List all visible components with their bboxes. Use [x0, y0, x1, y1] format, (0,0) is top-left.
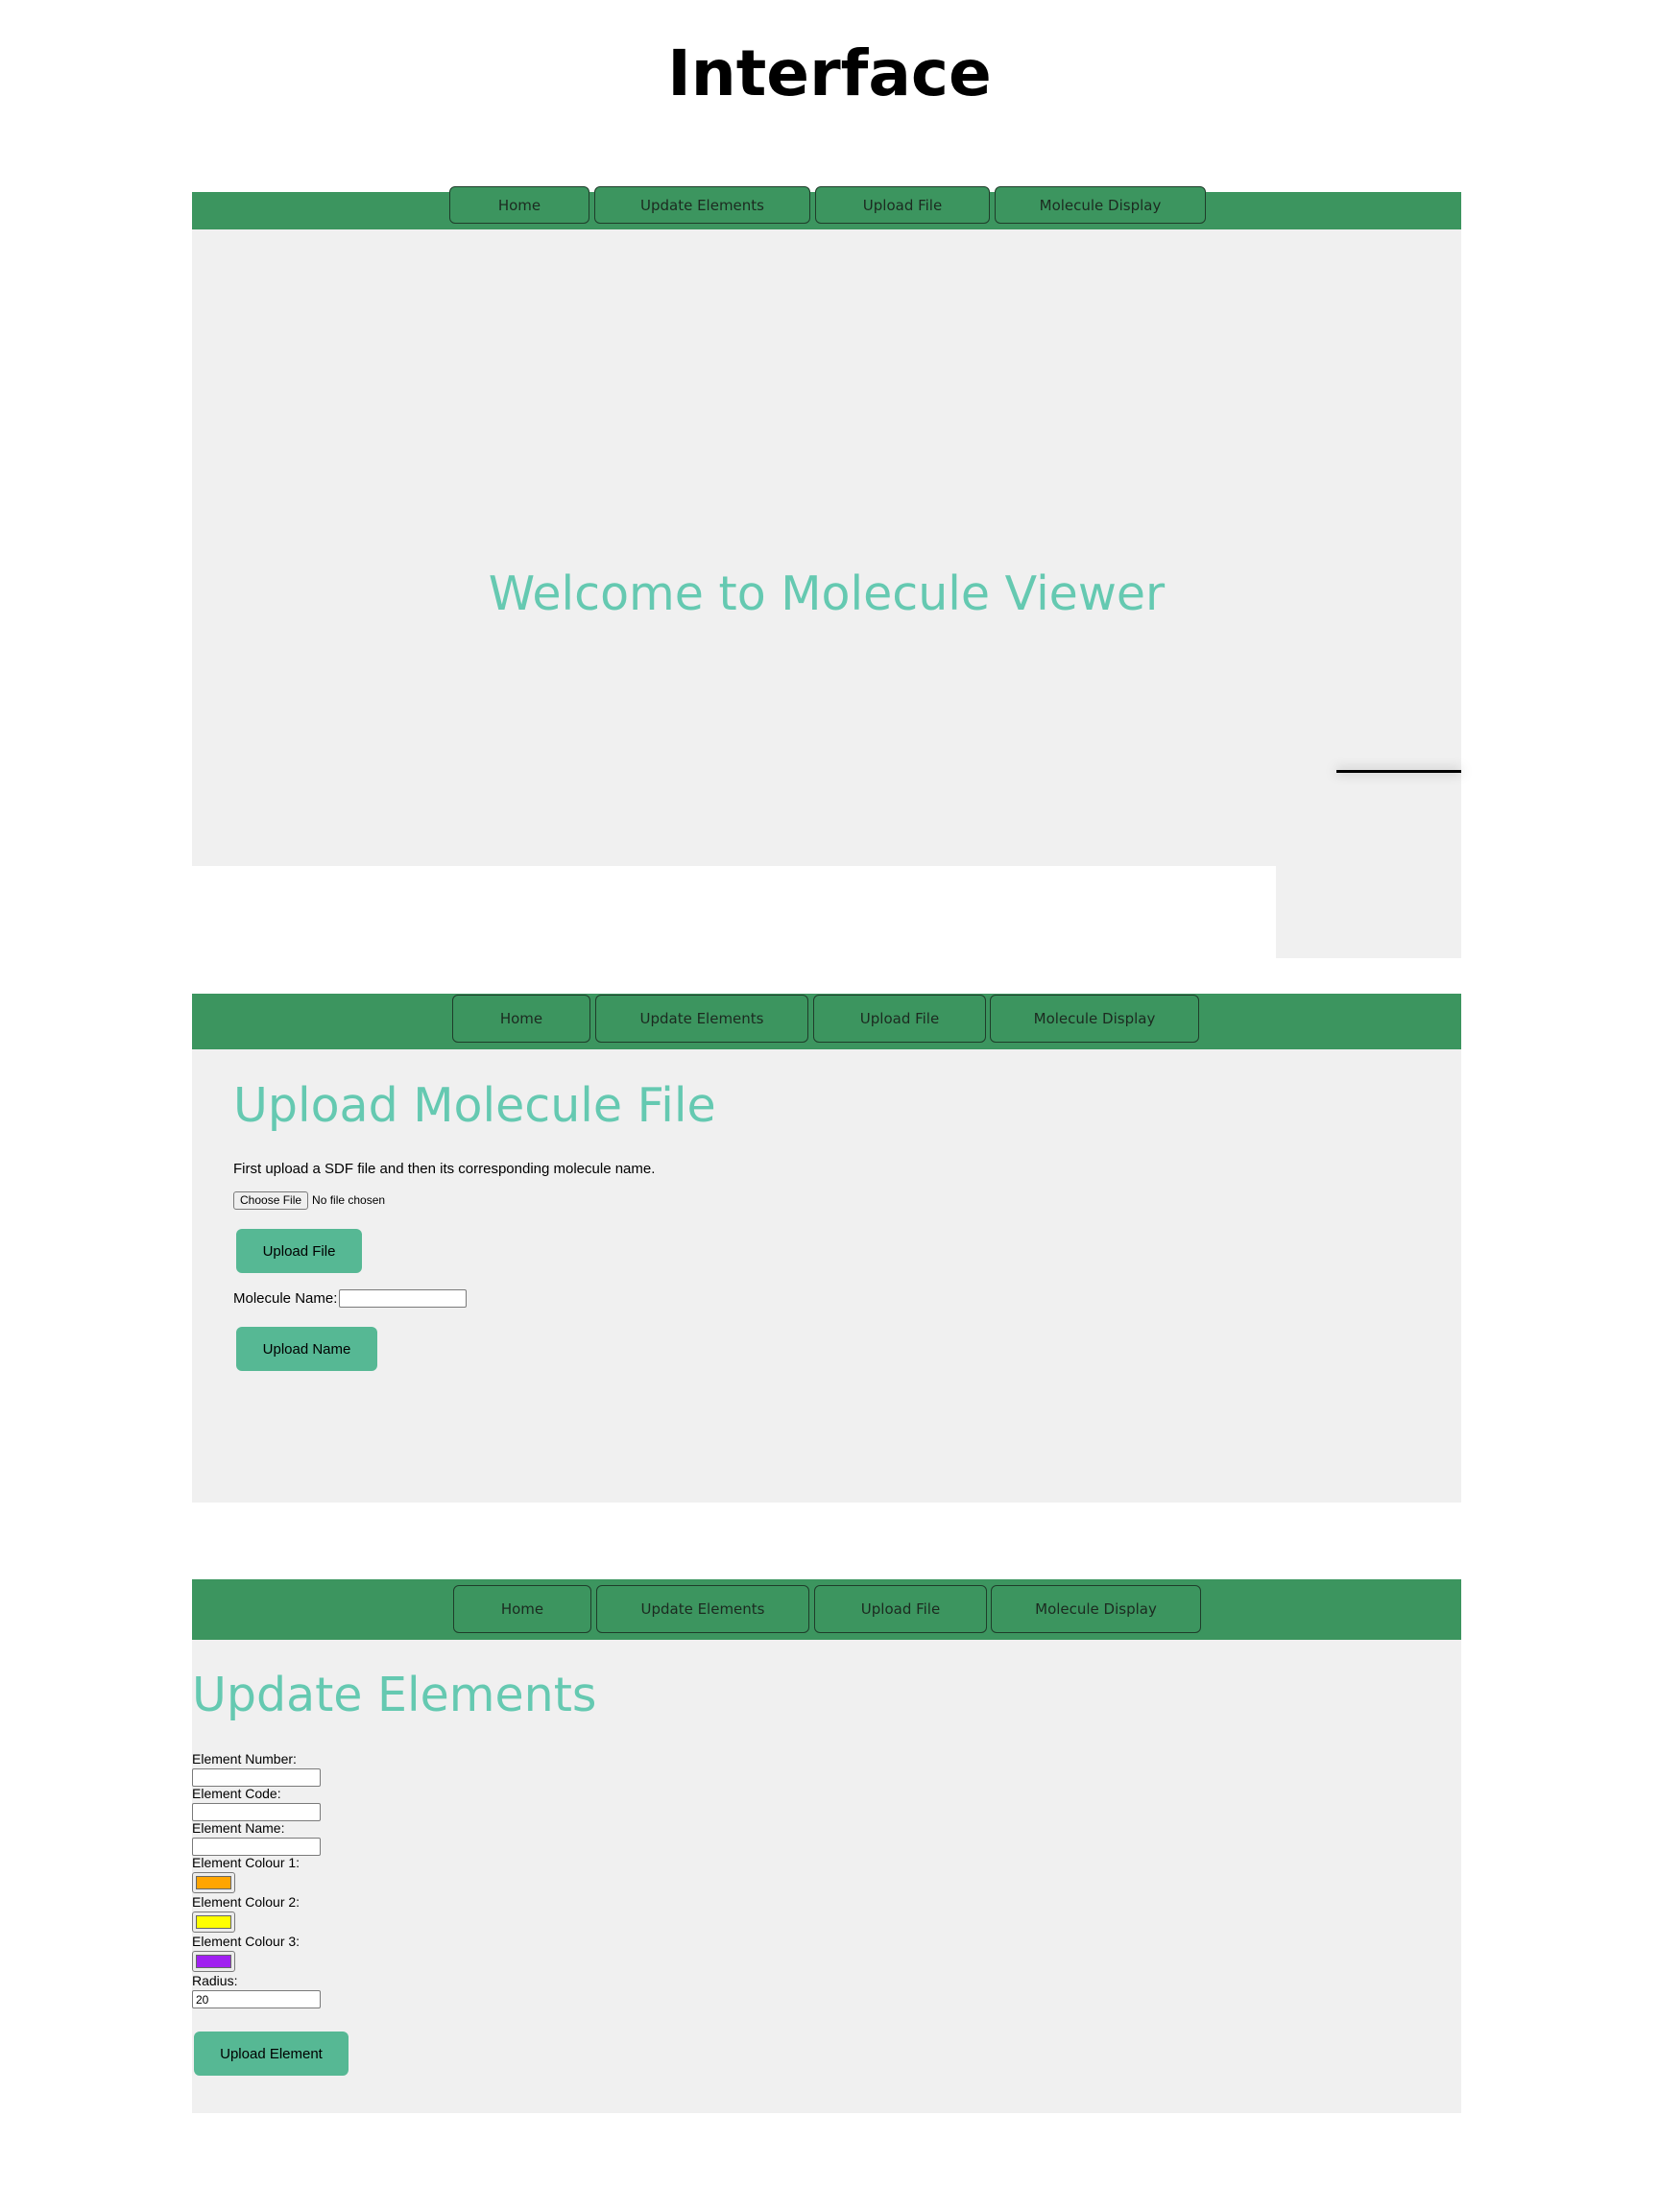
colour3-picker[interactable] [192, 1951, 235, 1972]
nav-update-elements-button[interactable]: Update Elements [596, 1585, 809, 1633]
home-screenshot: Home Update Elements Upload File Molecul… [192, 186, 1461, 866]
overlay-fragment-lower [1276, 866, 1461, 958]
element-number-input[interactable] [192, 1768, 321, 1787]
colour1-label: Element Colour 1: [192, 1855, 301, 1870]
nav-molecule-display-button[interactable]: Molecule Display [990, 995, 1199, 1043]
colour3-swatch [196, 1955, 231, 1968]
upload-file-button[interactable]: Upload File [236, 1229, 362, 1273]
colour1-swatch [196, 1876, 231, 1889]
colour3-label: Element Colour 3: [192, 1934, 301, 1949]
nav-upload-file-button[interactable]: Upload File [814, 1585, 987, 1633]
nav-upload-file-button[interactable]: Upload File [813, 995, 986, 1043]
nav-molecule-display-button[interactable]: Molecule Display [995, 186, 1206, 224]
nav-bar: Home Update Elements Upload File Molecul… [192, 994, 1461, 1049]
nav-upload-file-button[interactable]: Upload File [815, 186, 990, 224]
welcome-heading: Welcome to Molecule Viewer [488, 566, 1166, 621]
nav-molecule-display-button[interactable]: Molecule Display [991, 1585, 1201, 1633]
update-screenshot: Home Update Elements Upload File Molecul… [192, 1579, 1461, 2113]
upload-instructions: First upload a SDF file and then its cor… [233, 1161, 656, 1177]
nav-bar: Home Update Elements Upload File Molecul… [192, 1579, 1461, 1640]
colour2-swatch [196, 1915, 231, 1929]
element-name-input[interactable] [192, 1838, 321, 1856]
radius-label: Radius: [192, 1973, 238, 1988]
white-gap [192, 866, 1275, 962]
file-input[interactable]: Choose File No file chosen [233, 1190, 385, 1210]
colour2-picker[interactable] [192, 1911, 235, 1933]
colour2-label: Element Colour 2: [192, 1894, 301, 1910]
radius-input[interactable] [192, 1990, 321, 2008]
nav-update-elements-button[interactable]: Update Elements [595, 995, 808, 1043]
overlay-fragment [1276, 770, 1461, 864]
nav-home-button[interactable]: Home [449, 186, 589, 224]
element-name-label: Element Name: [192, 1820, 285, 1836]
choose-file-button[interactable]: Choose File [233, 1190, 309, 1210]
nav-bar: Home Update Elements Upload File Molecul… [192, 186, 1461, 229]
molecule-name-input[interactable] [339, 1289, 467, 1308]
upload-element-button[interactable]: Upload Element [194, 2032, 349, 2076]
overlay-shadow-bar [1336, 770, 1461, 773]
colour1-picker[interactable] [192, 1872, 235, 1893]
upload-name-button[interactable]: Upload Name [236, 1327, 377, 1371]
update-heading: Update Elements [192, 1668, 597, 1722]
nav-home-button[interactable]: Home [453, 1585, 591, 1633]
nav-home-button[interactable]: Home [452, 995, 590, 1043]
nav-update-elements-button[interactable]: Update Elements [594, 186, 810, 224]
no-file-chosen-text: No file chosen [312, 1193, 386, 1207]
page-title: Interface [667, 36, 992, 110]
upload-screenshot: Home Update Elements Upload File Molecul… [192, 994, 1461, 1503]
upload-heading: Upload Molecule File [233, 1078, 716, 1133]
element-number-label: Element Number: [192, 1751, 297, 1767]
element-code-input[interactable] [192, 1803, 321, 1821]
element-code-label: Element Code: [192, 1786, 281, 1801]
molecule-name-label: Molecule Name: [233, 1290, 338, 1307]
